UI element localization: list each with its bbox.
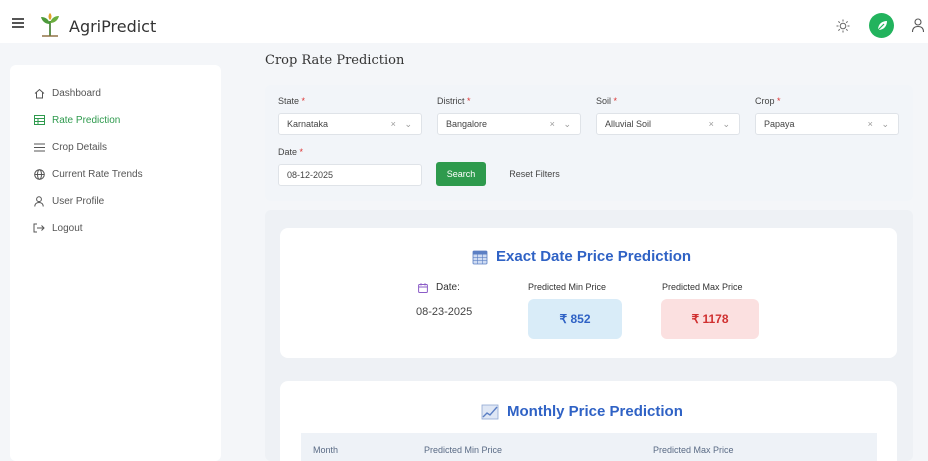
avatar[interactable] xyxy=(869,13,894,38)
prediction-date-value: 08-23-2025 xyxy=(416,306,473,318)
sidebar-item-label: Dashboard xyxy=(52,87,101,99)
table-icon xyxy=(33,114,45,126)
column-header-max-price: Predicted Max Price xyxy=(653,445,734,455)
date-label: Date * xyxy=(278,147,304,157)
globe-icon xyxy=(33,168,45,180)
sidebar-item-user-profile[interactable]: User Profile xyxy=(33,193,104,209)
predicted-min-value: ₹ 852 xyxy=(528,299,622,339)
plant-icon xyxy=(877,20,887,30)
list-icon xyxy=(33,141,45,153)
hamburger-icon[interactable] xyxy=(12,18,24,28)
calendar-icon xyxy=(418,282,428,293)
sidebar-item-label: Rate Prediction xyxy=(52,114,121,126)
clear-icon: × xyxy=(549,118,558,129)
state-select[interactable]: Karnataka × ⌄ xyxy=(278,113,422,135)
crop-select[interactable]: Papaya × ⌄ xyxy=(755,113,899,135)
clear-icon: × xyxy=(390,118,399,129)
user-icon xyxy=(33,195,45,207)
soil-select[interactable]: Alluvial Soil × ⌄ xyxy=(596,113,740,135)
sidebar-item-label: Crop Details xyxy=(52,141,108,153)
predicted-min-label: Predicted Min Price xyxy=(528,282,607,292)
search-button[interactable]: Search xyxy=(436,162,486,186)
exact-date-title: Exact Date Price Prediction xyxy=(472,248,691,265)
reset-filters-button[interactable]: Reset Filters xyxy=(497,162,572,186)
predicted-max-label: Predicted Max Price xyxy=(662,282,743,292)
logout-icon xyxy=(33,222,45,234)
chevron-down-icon: ⌄ xyxy=(881,118,892,129)
sidebar-item-dashboard[interactable]: Dashboard xyxy=(33,85,101,101)
sidebar-item-logout[interactable]: Logout xyxy=(33,220,83,236)
state-label: State * xyxy=(278,96,306,106)
chevron-down-icon: ⌄ xyxy=(563,118,574,129)
sprout-icon xyxy=(41,13,59,37)
chevron-down-icon: ⌄ xyxy=(404,118,415,129)
chart-icon xyxy=(481,404,499,419)
sidebar-item-rate-prediction[interactable]: Rate Prediction xyxy=(33,112,120,128)
chevron-down-icon: ⌄ xyxy=(722,118,733,129)
prediction-date-label: Date: xyxy=(418,282,460,293)
sidebar xyxy=(0,43,243,461)
monthly-title: Monthly Price Prediction xyxy=(481,403,683,420)
sidebar-item-label: Logout xyxy=(52,222,83,234)
clear-icon: × xyxy=(708,118,717,129)
monthly-table-header xyxy=(301,433,877,461)
date-input[interactable]: 08-12-2025 xyxy=(278,164,422,186)
user-icon[interactable] xyxy=(911,17,925,33)
home-icon xyxy=(33,87,45,99)
column-header-min-price: Predicted Min Price xyxy=(424,445,503,455)
column-header-month: Month xyxy=(313,445,339,455)
sidebar-item-label: Current Rate Trends xyxy=(52,168,143,180)
brand-name: AgriPredict xyxy=(69,17,157,36)
predicted-max-value: ₹ 1178 xyxy=(661,299,759,339)
crop-label: Crop * xyxy=(755,96,781,106)
soil-label: Soil * xyxy=(596,96,618,106)
district-label: District * xyxy=(437,96,471,106)
page-title: Crop Rate Prediction xyxy=(265,53,405,68)
sun-icon[interactable] xyxy=(836,19,850,33)
sidebar-item-current-rate-trends[interactable]: Current Rate Trends xyxy=(33,166,143,182)
calendar-table-icon xyxy=(472,250,488,264)
sidebar-item-label: User Profile xyxy=(52,195,105,207)
district-select[interactable]: Bangalore × ⌄ xyxy=(437,113,581,135)
sidebar-item-crop-details[interactable]: Crop Details xyxy=(33,139,107,155)
clear-icon: × xyxy=(867,118,876,129)
